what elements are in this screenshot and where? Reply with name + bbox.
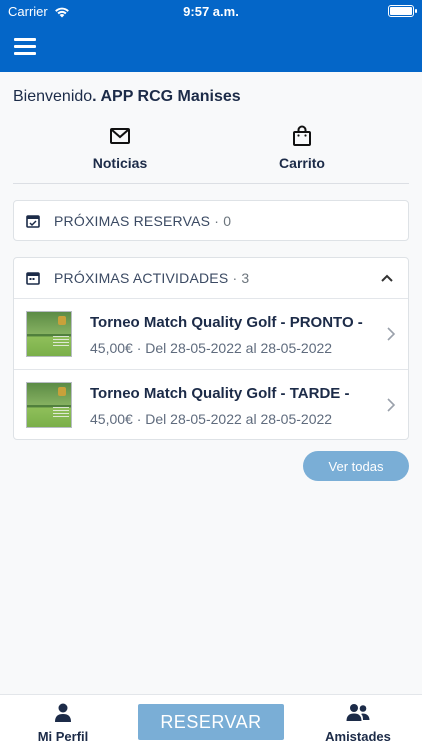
activity-detail: 45,00€ · Del 28-05-2022 al 28-05-2022 <box>90 340 333 356</box>
reserve-button[interactable]: RESERVAR <box>138 704 284 740</box>
reservations-title: PRÓXIMAS RESERVAS · 0 <box>54 213 231 229</box>
mail-icon <box>110 128 130 144</box>
chevron-right-icon <box>387 398 396 412</box>
divider <box>13 183 409 184</box>
view-all-button[interactable]: Ver todas <box>303 451 409 481</box>
cart-button[interactable]: Carrito <box>222 125 382 171</box>
chevron-right-icon <box>387 327 396 341</box>
activities-header[interactable]: PRÓXIMAS ACTIVIDADES · 3 <box>14 258 408 298</box>
activity-thumbnail <box>26 382 72 428</box>
reservations-card[interactable]: PRÓXIMAS RESERVAS · 0 <box>13 200 409 241</box>
tab-friends[interactable]: Amistades <box>313 703 403 744</box>
reservations-count: · 0 <box>210 213 232 229</box>
app-name: . APP RCG Manises <box>92 88 241 105</box>
reservations-header[interactable]: PRÓXIMAS RESERVAS · 0 <box>14 201 408 241</box>
reservations-title-text: PRÓXIMAS RESERVAS <box>54 213 211 229</box>
news-button[interactable]: Noticias <box>40 125 200 171</box>
news-label: Noticias <box>92 155 148 171</box>
status-bar: Carrier 9:57 a.m. <box>0 0 422 22</box>
clock: 9:57 a.m. <box>183 4 239 19</box>
cart-label: Carrito <box>279 155 325 171</box>
activities-title: PRÓXIMAS ACTIVIDADES · 3 <box>54 270 249 286</box>
activity-item[interactable]: Torneo Match Quality Golf - PRONTO - 45,… <box>14 298 408 369</box>
bottom-tab-bar: Mi Perfil RESERVAR Amistades <box>0 694 422 750</box>
activity-title: Torneo Match Quality Golf - TARDE - <box>90 385 350 402</box>
app-header: Carrier 9:57 a.m. <box>0 0 422 72</box>
hamburger-menu-button[interactable] <box>14 38 38 56</box>
tab-friends-label: Amistades <box>325 729 391 744</box>
welcome-prefix: Bienvenido <box>13 88 93 105</box>
activity-item[interactable]: Torneo Match Quality Golf - TARDE - 45,0… <box>14 369 408 440</box>
activity-title: Torneo Match Quality Golf - PRONTO - <box>90 314 363 331</box>
shopping-bag-icon <box>293 125 311 146</box>
activity-detail: 45,00€ · Del 28-05-2022 al 28-05-2022 <box>90 411 333 427</box>
activities-count: · 3 <box>228 270 250 286</box>
tab-profile-label: Mi Perfil <box>37 729 89 744</box>
battery-icon <box>388 5 417 17</box>
chevron-up-icon[interactable] <box>380 271 394 285</box>
users-icon <box>346 704 370 721</box>
welcome-text: Bienvenido. APP RCG Manises <box>13 88 241 106</box>
activities-title-text: PRÓXIMAS ACTIVIDADES <box>54 270 229 286</box>
activity-thumbnail <box>26 311 72 357</box>
activities-card: PRÓXIMAS ACTIVIDADES · 3 Torneo Match Qu… <box>13 257 409 440</box>
calendar-icon <box>26 272 40 285</box>
user-icon <box>55 703 71 722</box>
tab-profile[interactable]: Mi Perfil <box>18 703 108 744</box>
calendar-check-icon <box>26 215 40 228</box>
